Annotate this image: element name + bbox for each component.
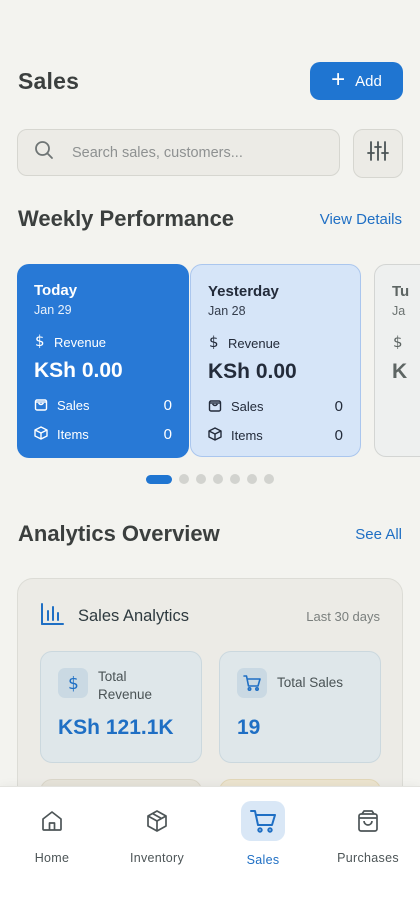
add-button-label: Add — [355, 72, 382, 90]
search-box[interactable] — [17, 129, 340, 176]
day-card-partial[interactable]: Tu Ja $ K — [374, 264, 420, 457]
day-card-date: Jan 29 — [34, 303, 72, 317]
see-all-link[interactable]: See All — [355, 526, 402, 543]
day-card-date: Jan 28 — [208, 304, 246, 318]
view-details-link[interactable]: View Details — [320, 211, 402, 228]
items-stat-row: Items 0 — [34, 426, 172, 443]
sales-stat-row: Sales 0 — [34, 397, 172, 414]
bar-chart-icon — [40, 603, 64, 630]
svg-text:$: $ — [209, 334, 219, 349]
analytics-overview-header: Analytics Overview See All — [18, 521, 402, 547]
carousel-dot[interactable] — [247, 474, 257, 484]
carousel-dot[interactable] — [230, 474, 240, 484]
metric-value: KSh 121.1K — [58, 716, 174, 739]
day-card-yesterday[interactable]: Yesterday Jan 28 $ Revenue KSh 0.00 Sale… — [190, 264, 361, 457]
carousel-dot-active[interactable] — [146, 474, 172, 484]
period-label[interactable]: Last 30 days — [306, 609, 380, 624]
sales-label: Sales — [231, 399, 264, 414]
revenue-label-row: $ — [392, 333, 416, 352]
add-button[interactable]: + Add — [310, 62, 403, 100]
bottom-nav: Home Inventory Sales Purchases — [0, 786, 420, 909]
weekly-performance-header: Weekly Performance View Details — [18, 206, 402, 232]
sales-label: Sales — [57, 398, 90, 413]
revenue-label: Revenue — [54, 334, 107, 350]
day-card-day: Yesterday — [208, 283, 279, 300]
day-card-day: Today — [34, 282, 78, 299]
svg-text:$: $ — [68, 674, 79, 692]
home-icon — [30, 801, 74, 841]
nav-item-sales[interactable]: Sales — [218, 801, 308, 867]
search-icon — [34, 140, 54, 165]
sliders-icon — [367, 140, 389, 167]
box-icon — [208, 427, 222, 444]
nav-item-inventory[interactable]: Inventory — [112, 801, 202, 865]
bag-icon — [346, 801, 390, 841]
metric-total-sales[interactable]: Total Sales 19 — [219, 651, 381, 763]
items-count: 0 — [163, 426, 172, 443]
filter-button[interactable] — [353, 129, 403, 178]
revenue-value: KSh 0.00 — [208, 360, 297, 383]
revenue-value: KSh 0.00 — [34, 359, 123, 382]
box-icon — [135, 801, 179, 841]
nav-item-home[interactable]: Home — [7, 801, 97, 865]
nav-label: Inventory — [129, 851, 185, 865]
page-header: Sales + Add — [18, 62, 403, 100]
items-label: Items — [57, 427, 89, 442]
carousel-dot[interactable] — [179, 474, 189, 484]
sales-analytics-title: Sales Analytics — [78, 607, 189, 625]
nav-label: Sales — [246, 853, 280, 867]
metric-label: Total Sales — [277, 675, 344, 690]
sales-stat-row: Sales 0 — [208, 398, 343, 415]
sales-count: 0 — [334, 398, 343, 415]
svg-text:$: $ — [393, 334, 403, 349]
items-count: 0 — [334, 427, 343, 444]
carousel-dot[interactable] — [213, 474, 223, 484]
sales-count: 0 — [163, 397, 172, 414]
bag-icon — [208, 398, 222, 415]
revenue-label: Revenue — [228, 335, 281, 351]
weekly-performance-title: Weekly Performance — [18, 206, 235, 231]
revenue-label-row: $ Revenue — [208, 333, 343, 352]
page-title: Sales — [18, 67, 80, 94]
revenue-value: K — [392, 360, 408, 383]
carousel-dot[interactable] — [264, 474, 274, 484]
nav-label: Home — [34, 851, 70, 865]
search-row — [17, 129, 403, 178]
dollar-icon: $ — [58, 668, 88, 698]
metric-label: Total Revenue — [98, 669, 153, 702]
box-icon — [34, 426, 48, 443]
nav-item-purchases[interactable]: Purchases — [323, 801, 413, 865]
weekly-cards-carousel[interactable]: Today Jan 29 $ Revenue KSh 0.00 Sales 0 … — [17, 264, 420, 458]
plus-icon: + — [331, 66, 346, 93]
metric-total-revenue[interactable]: $ Total Revenue KSh 121.1K — [40, 651, 202, 763]
cart-icon — [237, 668, 267, 698]
items-label: Items — [231, 428, 263, 443]
dollar-icon: $ — [392, 333, 404, 352]
carousel-dots — [146, 474, 274, 484]
dollar-icon: $ — [208, 333, 220, 352]
bag-icon — [34, 397, 48, 414]
svg-text:$: $ — [35, 333, 45, 348]
sales-analytics-header: Sales Analytics Last 30 days — [40, 603, 380, 630]
day-card-day: Tu — [392, 283, 410, 300]
cart-icon — [241, 801, 285, 841]
items-stat-row: Items 0 — [208, 427, 343, 444]
day-card-today[interactable]: Today Jan 29 $ Revenue KSh 0.00 Sales 0 … — [17, 264, 189, 458]
dollar-icon: $ — [34, 332, 46, 351]
analytics-overview-title: Analytics Overview — [18, 521, 220, 546]
metric-value: 19 — [237, 716, 261, 739]
nav-label: Purchases — [337, 851, 399, 865]
search-input[interactable] — [72, 144, 302, 161]
carousel-dot[interactable] — [196, 474, 206, 484]
revenue-label-row: $ Revenue — [34, 332, 172, 351]
day-card-date: Ja — [392, 304, 406, 318]
